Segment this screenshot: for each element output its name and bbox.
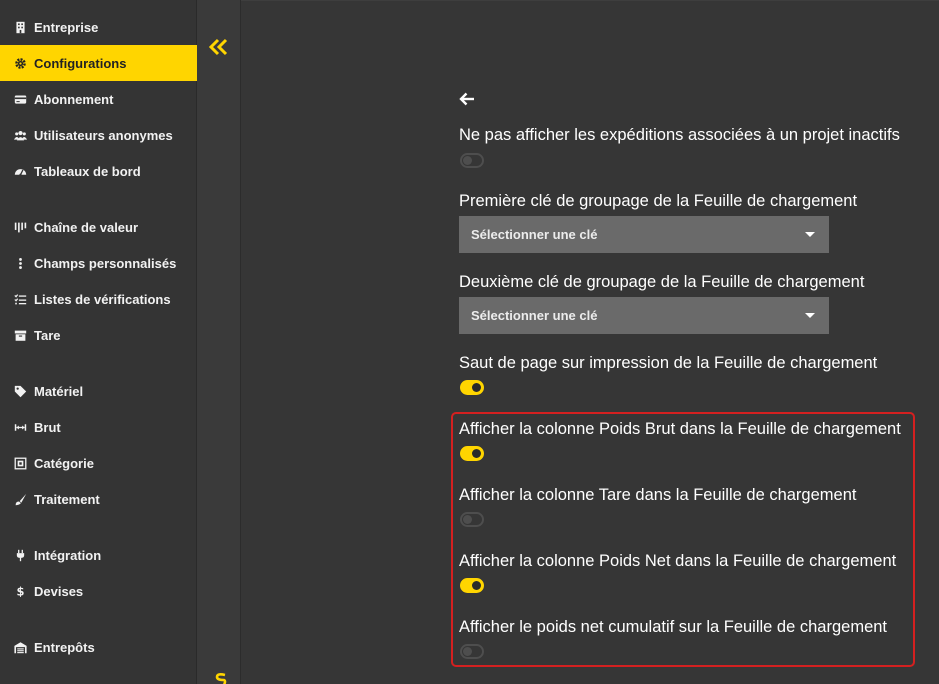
- sidebar-item-configurations[interactable]: Configurations: [0, 45, 197, 81]
- second-grouping-key-select[interactable]: Sélectionner une clé: [459, 297, 829, 334]
- sidebar-item-devises[interactable]: $ Devises: [0, 573, 197, 609]
- sidebar-item-champs-personnalises[interactable]: Champs personnalisés: [0, 245, 197, 281]
- show-tare-column-label: Afficher la colonne Tare dans la Feuille…: [459, 486, 857, 504]
- toggle-knob: [463, 647, 472, 656]
- toggle-knob: [472, 449, 481, 458]
- vertical-dots-icon: [12, 255, 28, 271]
- box-icon: [12, 327, 28, 343]
- show-net-weight-column-label: Afficher la colonne Poids Net dans la Fe…: [459, 552, 897, 570]
- sidebar-item-label: Intégration: [34, 547, 102, 563]
- sidebar-item-traitement[interactable]: Traitement: [0, 481, 197, 517]
- hide-inactive-project-shipments-label: Ne pas afficher les expéditions associée…: [459, 126, 900, 144]
- back-button[interactable]: [458, 90, 476, 108]
- brush-icon: [12, 491, 28, 507]
- rail-logo-mark: [214, 672, 228, 684]
- warehouse-icon: [12, 639, 28, 655]
- caret-down-icon: [805, 232, 815, 237]
- collapse-sidebar-button[interactable]: [208, 38, 230, 56]
- sidebar-item-tare[interactable]: Tare: [0, 317, 197, 353]
- plug-icon: [12, 547, 28, 563]
- arrow-left-icon: [459, 92, 474, 106]
- show-cumulative-net-weight-toggle[interactable]: [460, 644, 484, 659]
- arrows-horizontal-icon: [12, 419, 28, 435]
- first-grouping-key-select[interactable]: Sélectionner une clé: [459, 216, 829, 253]
- sidebar-item-label: Entrepôts: [34, 639, 95, 655]
- page-break-on-print-label: Saut de page sur impression de la Feuill…: [459, 354, 878, 372]
- toggle-knob: [463, 156, 472, 165]
- sidebar-item-label: Utilisateurs anonymes: [34, 127, 173, 143]
- first-grouping-key-label: Première clé de groupage de la Feuille d…: [459, 192, 858, 210]
- toggle-knob: [472, 581, 481, 590]
- sidebar: Entreprise Configurations Abonnement Uti…: [0, 0, 197, 684]
- sidebar-item-label: Devises: [34, 583, 84, 599]
- sidebar-item-brut[interactable]: Brut: [0, 409, 197, 445]
- show-tare-column-toggle[interactable]: [460, 512, 484, 527]
- toggle-knob: [463, 515, 472, 524]
- chain-icon: [12, 219, 28, 235]
- page-break-on-print-toggle[interactable]: [460, 380, 484, 395]
- caret-down-icon: [805, 313, 815, 318]
- sidebar-item-entrepots[interactable]: Entrepôts: [0, 629, 197, 665]
- select-value: Sélectionner une clé: [471, 227, 598, 242]
- show-gross-weight-column-toggle[interactable]: [460, 446, 484, 461]
- sidebar-item-integration[interactable]: Intégration: [0, 537, 197, 573]
- credit-card-icon: [12, 91, 28, 107]
- second-grouping-key-label: Deuxième clé de groupage de la Feuille d…: [459, 273, 865, 291]
- sidebar-item-materiel[interactable]: Matériel: [0, 373, 197, 409]
- category-icon: [12, 455, 28, 471]
- sidebar-item-label: Tare: [34, 327, 61, 343]
- sidebar-item-label: Listes de vérifications: [34, 291, 171, 307]
- double-chevron-left-icon: [208, 38, 228, 56]
- gear-icon: [12, 55, 28, 71]
- toggle-knob: [472, 383, 481, 392]
- logo-fragment-icon: [215, 673, 227, 684]
- users-icon: [12, 127, 28, 143]
- sidebar-item-utilisateurs-anonymes[interactable]: Utilisateurs anonymes: [0, 117, 197, 153]
- sidebar-item-entreprise[interactable]: Entreprise: [0, 9, 197, 45]
- sidebar-item-label: Entreprise: [34, 19, 99, 35]
- tag-icon: [12, 383, 28, 399]
- sidebar-item-chaine-de-valeur[interactable]: Chaîne de valeur: [0, 209, 197, 245]
- svg-text:$: $: [16, 585, 24, 598]
- collapse-rail: [197, 0, 241, 684]
- sidebar-item-label: Champs personnalisés: [34, 255, 177, 271]
- show-gross-weight-column-label: Afficher la colonne Poids Brut dans la F…: [459, 420, 901, 438]
- sidebar-item-categorie[interactable]: Catégorie: [0, 445, 197, 481]
- show-cumulative-net-weight-label: Afficher le poids net cumulatif sur la F…: [459, 618, 888, 636]
- select-value: Sélectionner une clé: [471, 308, 598, 323]
- sidebar-item-label: Chaîne de valeur: [34, 219, 139, 235]
- show-net-weight-column-toggle[interactable]: [460, 578, 484, 593]
- sidebar-item-label: Matériel: [34, 383, 84, 399]
- sidebar-item-abonnement[interactable]: Abonnement: [0, 81, 197, 117]
- sidebar-item-listes-de-verifications[interactable]: Listes de vérifications: [0, 281, 197, 317]
- sidebar-item-label: Tableaux de bord: [34, 163, 141, 179]
- gauge-icon: [12, 163, 28, 179]
- sidebar-item-label: Abonnement: [34, 91, 114, 107]
- hide-inactive-project-shipments-toggle[interactable]: [460, 153, 484, 168]
- sidebar-item-label: Configurations: [34, 55, 127, 71]
- sidebar-item-label: Catégorie: [34, 455, 94, 471]
- building-icon: [12, 19, 28, 35]
- sidebar-item-label: Traitement: [34, 491, 100, 507]
- sidebar-item-label: Brut: [34, 419, 61, 435]
- sidebar-item-tableaux-de-bord[interactable]: Tableaux de bord: [0, 153, 197, 189]
- checklist-icon: [12, 291, 28, 307]
- dollar-icon: $: [12, 583, 28, 599]
